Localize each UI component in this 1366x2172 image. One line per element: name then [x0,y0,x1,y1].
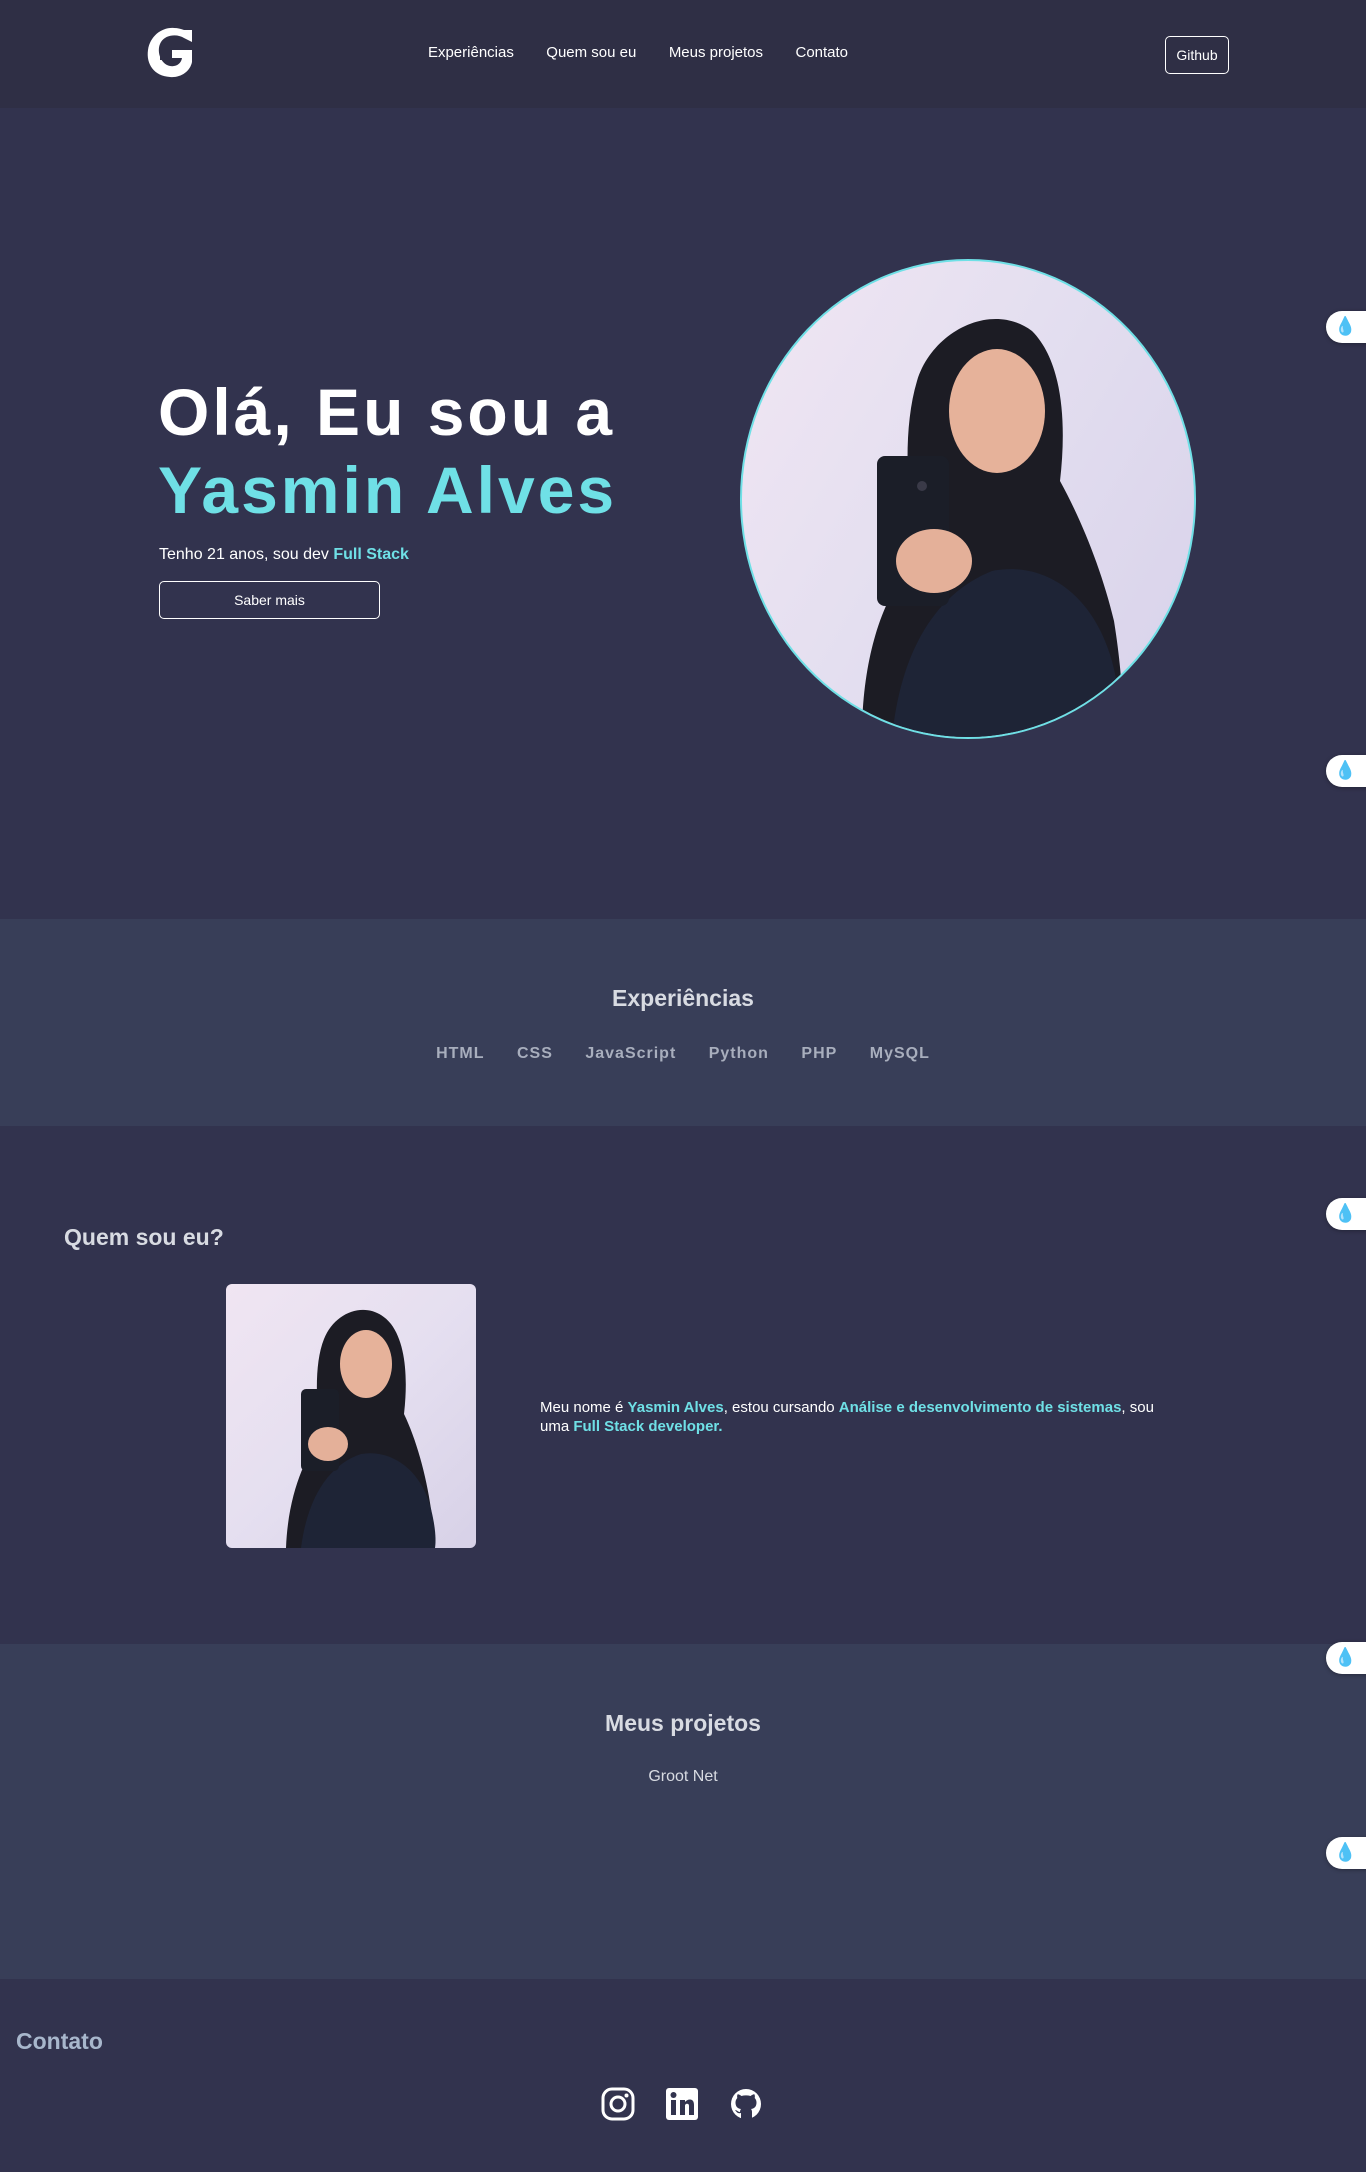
skills-list: HTML CSS JavaScript Python PHP MySQL [0,1045,1366,1063]
instagram-icon[interactable] [600,2086,636,2122]
droplet-icon: 💧 [1334,760,1357,780]
project-item[interactable]: Groot Net [0,1768,1366,1786]
about-name: Yasmin Alves [627,1399,724,1416]
skill-item: JavaScript [585,1045,677,1062]
nav-quem-sou-eu[interactable]: Quem sou eu [546,44,636,61]
skill-item: Python [708,1045,769,1062]
contact-title: Contato [16,2028,103,2054]
saber-mais-button[interactable]: Saber mais [159,581,380,619]
profile-photo [740,259,1196,739]
about-description: Meu nome é Yasmin Alves, estou cursando … [540,1398,1160,1436]
linkedin-icon[interactable] [664,2086,700,2122]
main-nav: Experiências Quem sou eu Meus projetos C… [0,44,1366,62]
about-title: Quem sou eu? [64,1224,224,1250]
floating-action-button[interactable]: 💧 [1326,1837,1366,1869]
github-button[interactable]: Github [1165,36,1229,74]
nav-meus-projetos[interactable]: Meus projetos [669,44,763,61]
about-role: Full Stack developer. [573,1418,723,1435]
experiences-title: Experiências [612,985,754,1011]
about-text-2: , estou cursando [723,1399,839,1416]
floating-action-button[interactable]: 💧 [1326,1198,1366,1230]
projects-title: Meus projetos [605,1710,761,1736]
floating-action-button[interactable]: 💧 [1326,311,1366,343]
skill-item: MySQL [869,1045,930,1062]
about-photo [226,1284,476,1548]
hero-greeting: Olá, Eu sou a [158,375,616,449]
about-text-1: Meu nome é [540,1399,628,1416]
header: Experiências Quem sou eu Meus projetos C… [0,0,1366,108]
hero-subtitle-text: Tenho 21 anos, sou dev [159,546,334,563]
nav-experiencias[interactable]: Experiências [428,44,514,61]
hero-subtitle-highlight: Full Stack [333,546,409,563]
hero-subtitle: Tenho 21 anos, sou dev Full Stack [159,546,409,564]
skill-item: PHP [801,1045,838,1062]
droplet-icon: 💧 [1334,1203,1357,1223]
nav-contato[interactable]: Contato [795,44,848,61]
hero-name: Yasmin Alves [158,453,618,527]
floating-action-button[interactable]: 💧 [1326,755,1366,787]
floating-action-button[interactable]: 💧 [1326,1642,1366,1674]
droplet-icon: 💧 [1334,1647,1357,1667]
droplet-icon: 💧 [1334,316,1357,336]
about-course: Análise e desenvolvimento de sistemas [838,1399,1122,1416]
skill-item: HTML [436,1045,485,1062]
droplet-icon: 💧 [1334,1842,1357,1862]
experiences-section: Experiências HTML CSS JavaScript Python … [0,919,1366,1126]
github-icon[interactable] [728,2086,764,2122]
projects-section: Meus projetos Groot Net [0,1644,1366,1979]
skill-item: CSS [516,1045,553,1062]
